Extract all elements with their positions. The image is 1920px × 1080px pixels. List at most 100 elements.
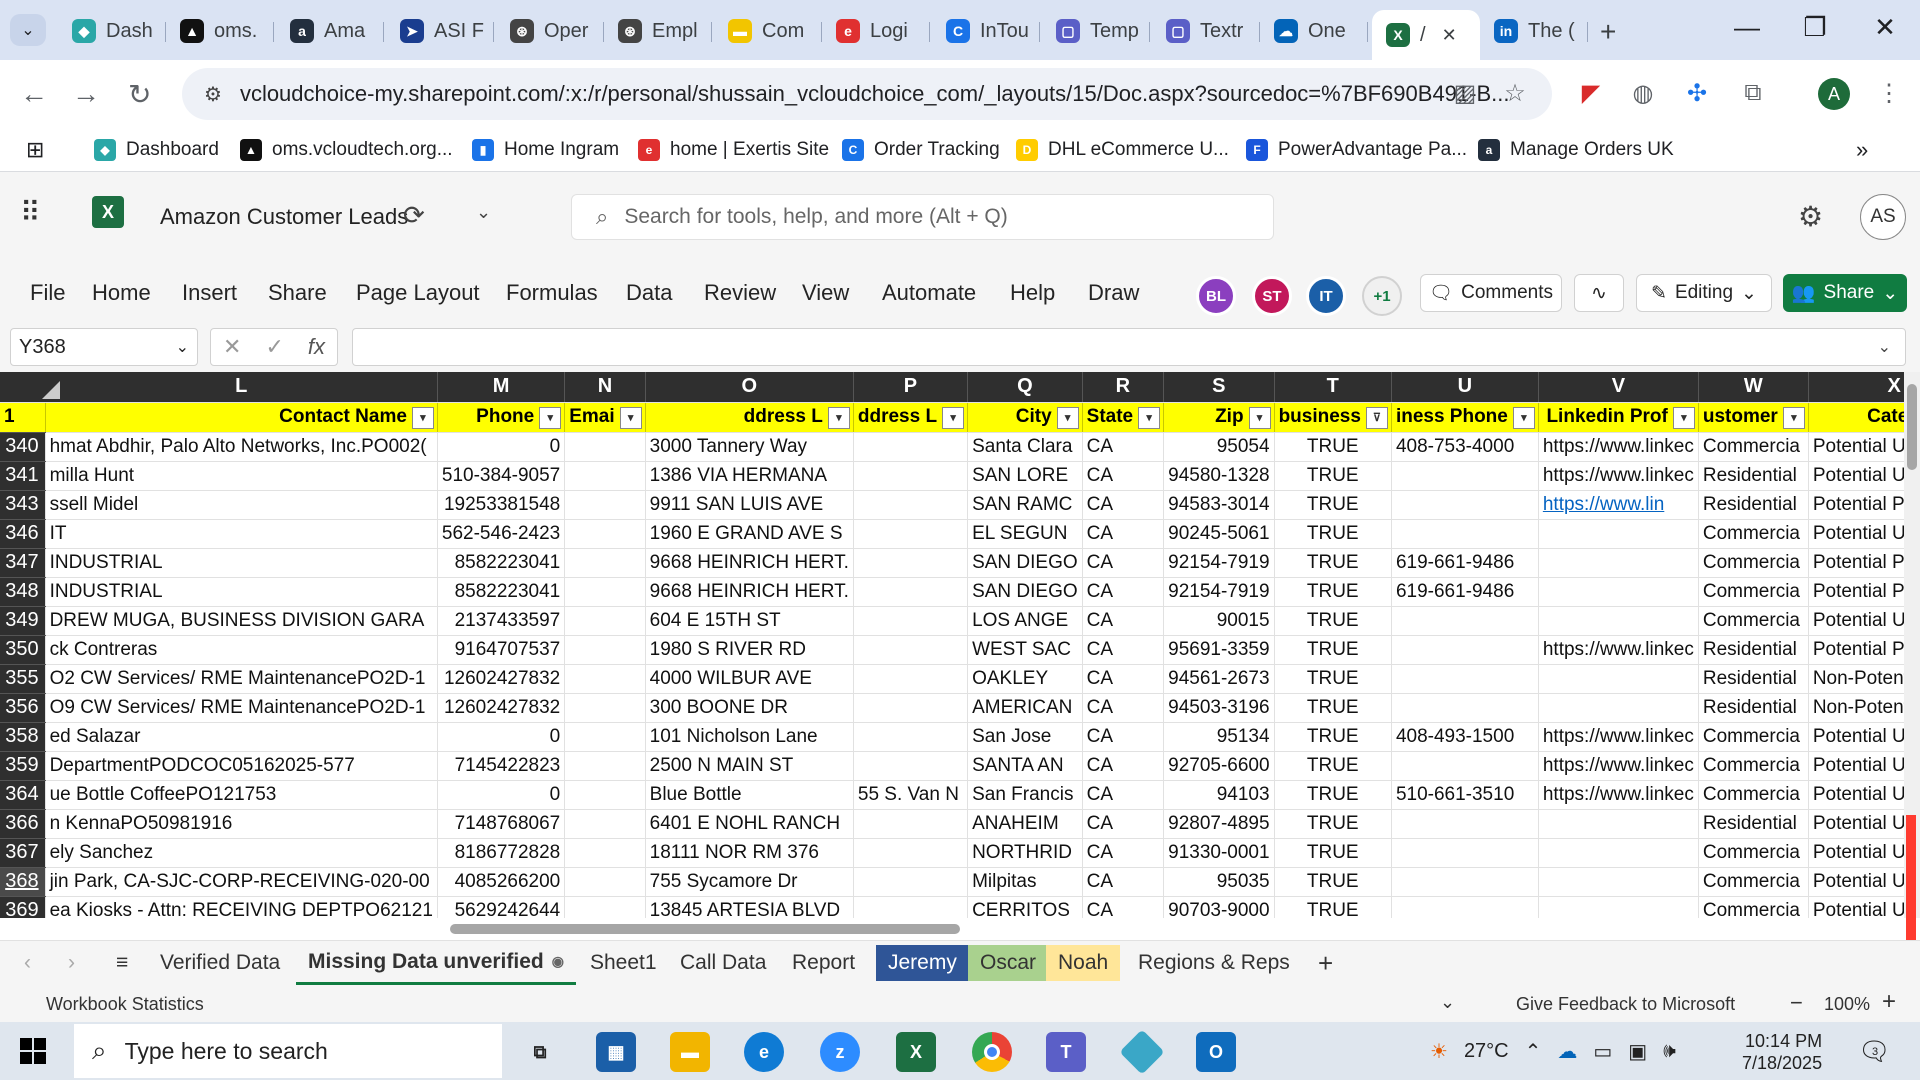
filter-dropdown-icon[interactable]: ▾ bbox=[1056, 406, 1079, 429]
grid-cell[interactable] bbox=[1538, 577, 1699, 607]
bookmark-item[interactable]: e home | Exertis Site bbox=[638, 136, 829, 164]
row-number[interactable]: 364 bbox=[0, 780, 46, 810]
grid-cell[interactable]: TRUE bbox=[1274, 548, 1392, 578]
more-bookmarks-icon[interactable]: » bbox=[1856, 136, 1868, 164]
grid-cell[interactable] bbox=[853, 606, 969, 636]
grid-cell[interactable]: Commercia bbox=[1698, 577, 1809, 607]
row-number[interactable]: 367 bbox=[0, 838, 46, 868]
grid-cell[interactable] bbox=[564, 461, 646, 491]
select-all-corner[interactable] bbox=[0, 372, 64, 402]
browser-tab[interactable]: ▢ Textr bbox=[1152, 10, 1260, 52]
grid-cell[interactable]: TRUE bbox=[1274, 693, 1392, 723]
grid-cell[interactable] bbox=[564, 722, 646, 752]
grid-cell[interactable]: Commercia bbox=[1698, 896, 1809, 918]
filter-active-icon[interactable]: ⊽ bbox=[1365, 406, 1388, 429]
grid-cell[interactable]: CA bbox=[1082, 490, 1165, 520]
cancel-icon[interactable]: ✕ bbox=[223, 334, 241, 360]
grid-cell[interactable]: CA bbox=[1082, 664, 1165, 694]
weather-icon[interactable]: ☀ bbox=[1430, 1039, 1448, 1064]
grid-cell[interactable]: Potential PK bbox=[1808, 490, 1904, 520]
grid-cell[interactable]: 12602427832 bbox=[437, 664, 566, 694]
share-button[interactable]: 👥 Share ⌄ bbox=[1783, 274, 1907, 312]
filter-dropdown-icon[interactable]: ▾ bbox=[1512, 406, 1535, 429]
grid-cell[interactable]: 0 bbox=[437, 780, 566, 810]
grid-cell[interactable]: 5629242644 bbox=[437, 896, 566, 918]
grid-cell[interactable]: 300 BOONE DR bbox=[645, 693, 854, 723]
sheet-tab[interactable]: Report bbox=[780, 941, 867, 985]
column-header[interactable]: W bbox=[1698, 372, 1809, 403]
grid-cell[interactable]: milla Hunt bbox=[45, 461, 438, 491]
grid-cell[interactable]: 8582223041 bbox=[437, 548, 566, 578]
grid-cell[interactable]: 510-661-3510 bbox=[1391, 780, 1539, 810]
grid-cell[interactable]: Residential bbox=[1698, 809, 1809, 839]
collaborator-avatar[interactable]: ST bbox=[1252, 276, 1292, 316]
grid-cell[interactable] bbox=[1391, 490, 1539, 520]
grid-cell[interactable]: Blue Bottle bbox=[645, 780, 854, 810]
bookmark-item[interactable]: D DHL eCommerce U... bbox=[1016, 136, 1229, 164]
excel-taskbar-icon[interactable]: X bbox=[896, 1032, 936, 1072]
grid-cell[interactable]: 94583-3014 bbox=[1163, 490, 1275, 520]
grid-cell[interactable]: 94103 bbox=[1163, 780, 1275, 810]
header-cell[interactable]: iness Phone ▾ bbox=[1391, 402, 1539, 433]
grid-cell[interactable]: 619-661-9486 bbox=[1391, 548, 1539, 578]
grid-cell[interactable]: Residential bbox=[1698, 461, 1809, 491]
ribbon-tab[interactable]: View bbox=[802, 280, 849, 306]
grid-cell[interactable] bbox=[564, 548, 646, 578]
network-icon[interactable]: ▣ bbox=[1628, 1039, 1647, 1064]
chevron-down-icon[interactable]: ⌄ bbox=[1440, 992, 1455, 1013]
grid-cell[interactable] bbox=[1538, 867, 1699, 897]
grid-cell[interactable] bbox=[564, 867, 646, 897]
grid-cell[interactable] bbox=[853, 461, 969, 491]
header-cell[interactable]: ddress L ▾ bbox=[645, 402, 854, 433]
formula-input[interactable]: ⌄ bbox=[352, 328, 1906, 366]
grid-cell[interactable]: Residential bbox=[1698, 693, 1809, 723]
show-hidden-icons-icon[interactable]: ⌃ bbox=[1525, 1039, 1542, 1064]
grid-cell[interactable]: Potential US bbox=[1808, 751, 1904, 781]
row-number[interactable]: 343 bbox=[0, 490, 46, 520]
grid-cell[interactable]: Milpitas bbox=[967, 867, 1083, 897]
grid-cell[interactable]: INDUSTRIAL bbox=[45, 577, 438, 607]
sheet-tab[interactable]: Noah bbox=[1046, 945, 1121, 981]
grid-cell[interactable]: Potential US bbox=[1808, 606, 1904, 636]
grid-cell[interactable]: Commercia bbox=[1698, 519, 1809, 549]
grid-cell[interactable] bbox=[853, 896, 969, 918]
title-chevron-down-icon[interactable]: ⌄ bbox=[476, 202, 491, 223]
prev-sheet-arrow-icon[interactable]: ‹ bbox=[12, 941, 43, 985]
grid-cell[interactable]: 94503-3196 bbox=[1163, 693, 1275, 723]
excel-logo-icon[interactable]: X bbox=[92, 196, 124, 228]
column-header[interactable]: T bbox=[1274, 372, 1392, 403]
reload-button[interactable]: ↻ bbox=[128, 78, 151, 111]
grid-cell[interactable]: Potential PK bbox=[1808, 548, 1904, 578]
grid-cell[interactable] bbox=[853, 722, 969, 752]
browser-tab[interactable]: C InTou bbox=[932, 10, 1040, 52]
grid-cell[interactable]: 755 Sycamore Dr bbox=[645, 867, 854, 897]
grid-cell[interactable] bbox=[853, 548, 969, 578]
browser-tab[interactable]: ➤ ASI F bbox=[386, 10, 494, 52]
search-tools-input[interactable]: ⌕ Search for tools, help, and more (Alt … bbox=[571, 194, 1274, 240]
filter-dropdown-icon[interactable]: ▾ bbox=[1782, 406, 1805, 429]
grid-cell[interactable] bbox=[564, 751, 646, 781]
grid-cell[interactable] bbox=[1391, 664, 1539, 694]
chevron-down-icon[interactable]: ⌄ bbox=[176, 337, 189, 357]
grid-cell[interactable]: CA bbox=[1082, 838, 1165, 868]
chrome-icon[interactable] bbox=[972, 1032, 1012, 1072]
grid-cell[interactable]: CA bbox=[1082, 548, 1165, 578]
grid-cell[interactable]: 604 E 15TH ST bbox=[645, 606, 854, 636]
row-number[interactable]: 348 bbox=[0, 577, 46, 607]
grid-cell[interactable]: TRUE bbox=[1274, 722, 1392, 752]
grid-cell[interactable] bbox=[1391, 606, 1539, 636]
no-image-icon[interactable]: ▨ bbox=[1450, 78, 1480, 108]
ribbon-tab[interactable]: Automate bbox=[882, 280, 976, 306]
grid-cell[interactable]: 9164707537 bbox=[437, 635, 566, 665]
row-number[interactable]: 349 bbox=[0, 606, 46, 636]
grid-cell[interactable]: SANTA AN bbox=[967, 751, 1083, 781]
column-header[interactable]: N bbox=[564, 372, 646, 403]
grid-cell[interactable]: Commercia bbox=[1698, 548, 1809, 578]
grid-cell[interactable]: 92807-4895 bbox=[1163, 809, 1275, 839]
grid-cell[interactable]: 95134 bbox=[1163, 722, 1275, 752]
sheet-tab[interactable]: Call Data bbox=[668, 941, 778, 985]
filter-dropdown-icon[interactable]: ▾ bbox=[1248, 406, 1271, 429]
globe-extension-icon[interactable]: ◍ bbox=[1628, 78, 1658, 108]
grid-cell[interactable] bbox=[1538, 548, 1699, 578]
grid-cell[interactable] bbox=[564, 635, 646, 665]
